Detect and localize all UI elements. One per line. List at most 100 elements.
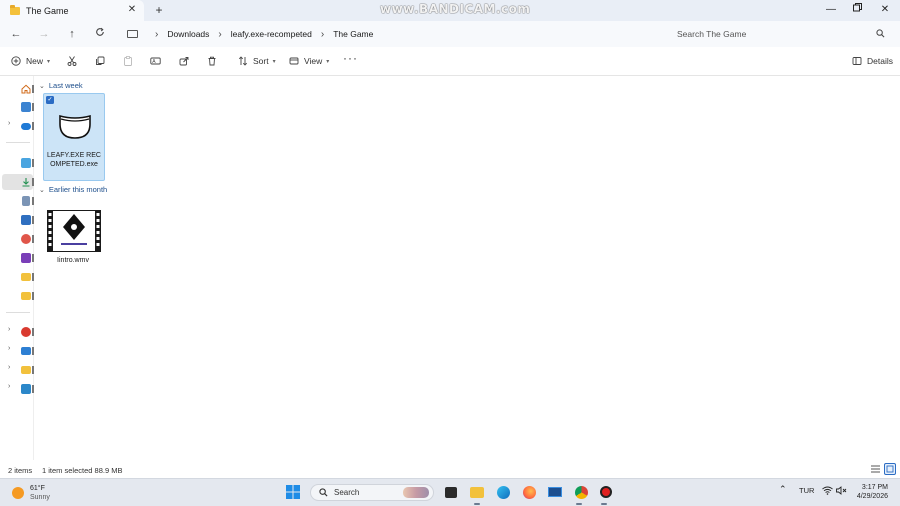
plus-circle-icon [10, 56, 21, 67]
sidebar-item-downloads[interactable] [2, 174, 34, 190]
close-window-button[interactable]: ✕ [878, 3, 892, 17]
restore-button[interactable] [850, 3, 864, 17]
start-button[interactable] [285, 484, 301, 500]
file-item-leafy-exe[interactable]: ✓ LEAFY.EXE RECOMPETED.exe [43, 93, 105, 181]
sidebar-item-videos[interactable] [2, 250, 34, 266]
clock[interactable]: 3:17 PM 4/29/2026 [857, 483, 888, 501]
chevron-down-icon[interactable]: ⌄ [39, 82, 45, 90]
minimize-button[interactable]: — [824, 3, 838, 17]
chevron-right-icon[interactable]: › [218, 29, 221, 40]
show-hidden-icons-button[interactable]: ⌃ [779, 484, 787, 495]
file-name: Iintro.wmv [57, 257, 89, 264]
edge-icon [496, 485, 510, 499]
recording-watermark: www.BANDICAM.com [380, 2, 531, 16]
search-highlight-image [403, 487, 429, 498]
weather-description: Sunny [30, 494, 50, 501]
taskbar-app-firefox[interactable] [521, 484, 537, 500]
sidebar-item-folder-1[interactable] [2, 269, 34, 285]
rename-button[interactable]: A [150, 54, 166, 68]
up-button[interactable]: ↑ [65, 27, 79, 41]
group-header-earlier-this-month[interactable]: ⌄ Earlier this month [39, 185, 107, 194]
chevron-right-icon[interactable]: › [8, 364, 10, 371]
terminal-icon [445, 486, 457, 498]
chevron-right-icon[interactable]: › [155, 29, 158, 40]
taskbar-search[interactable]: Search [310, 484, 434, 501]
paste-button[interactable] [122, 54, 138, 68]
details-view-button[interactable] [869, 463, 881, 475]
input-language[interactable]: TUR [799, 486, 814, 495]
record-icon [600, 486, 612, 498]
taskbar-app-file-explorer[interactable] [469, 484, 485, 500]
title-bar: The Game ✕ + www.BANDICAM.com — ✕ [0, 0, 900, 21]
back-button[interactable]: ← [9, 27, 23, 41]
sidebar-item-pictures[interactable] [2, 212, 34, 228]
breadcrumb-downloads[interactable]: Downloads [167, 29, 209, 39]
firefox-icon [522, 485, 536, 499]
chevron-right-icon[interactable]: › [321, 29, 324, 40]
copy-button[interactable] [94, 54, 110, 68]
share-button[interactable] [178, 54, 194, 68]
file-item-intro-wmv[interactable]: Iintro.wmv [43, 208, 105, 268]
chevron-right-icon[interactable]: › [8, 326, 10, 333]
view-label: View [304, 56, 323, 66]
this-pc-icon[interactable] [127, 30, 138, 38]
breadcrumb-the-game[interactable]: The Game [333, 29, 373, 39]
chevron-down-icon: ▾ [47, 58, 51, 65]
view-button[interactable]: View ▾ [288, 54, 329, 68]
network-icon [21, 384, 31, 394]
refresh-button[interactable] [93, 27, 107, 41]
file-explorer-icon [470, 486, 484, 498]
weather-temperature: 61°F [30, 485, 45, 492]
delete-button[interactable] [206, 54, 222, 68]
details-button[interactable]: Details [851, 54, 893, 68]
chevron-down-icon: ▾ [272, 58, 276, 65]
sidebar-item-desktop[interactable] [2, 155, 34, 171]
tab-the-game[interactable]: The Game ✕ [0, 0, 144, 21]
sidebar-item-this-pc[interactable]: › [2, 343, 34, 359]
sidebar-item-folder-2[interactable] [2, 288, 34, 304]
chevron-down-icon[interactable]: ⌄ [39, 186, 45, 194]
sidebar-item-onedrive[interactable]: › [2, 118, 34, 134]
sidebar-item-folder-3[interactable]: › [2, 362, 34, 378]
new-tab-button[interactable]: + [152, 3, 166, 17]
group-header-last-week[interactable]: ⌄ Last week [39, 81, 83, 90]
details-label: Details [867, 56, 893, 66]
folder-icon [21, 366, 31, 374]
restore-icon [852, 3, 862, 12]
taskbar-app-terminal[interactable] [443, 484, 459, 500]
sidebar-item-home[interactable] [2, 81, 34, 97]
sort-button[interactable]: Sort ▾ [237, 54, 276, 68]
sidebar-item-gallery[interactable] [2, 99, 34, 115]
video-thumbnail-icon [47, 210, 101, 252]
sidebar-item-drive-1[interactable]: › [2, 324, 34, 340]
close-tab-icon[interactable]: ✕ [126, 4, 138, 16]
search-input[interactable]: Search The Game [669, 25, 893, 43]
new-button[interactable]: New ▾ [10, 54, 50, 68]
taskbar-app-bandicam[interactable] [598, 484, 614, 500]
taskbar-app-edge[interactable] [495, 484, 511, 500]
volume-muted-icon[interactable] [836, 486, 848, 497]
breadcrumb-leafy[interactable]: leafy.exe-recompeted [231, 29, 312, 39]
breadcrumb[interactable]: › Downloads › leafy.exe-recompeted › The… [120, 25, 665, 43]
tiles-view-button[interactable] [884, 463, 896, 475]
taskbar-search-label: Search [334, 488, 360, 497]
chevron-right-icon[interactable]: › [8, 383, 10, 390]
paste-icon [122, 56, 133, 67]
taskbar-app-chrome[interactable] [573, 484, 589, 500]
sidebar-item-music[interactable] [2, 231, 34, 247]
checkbox-checked-icon[interactable]: ✓ [46, 96, 54, 104]
taskbar-app-monitor[interactable] [547, 484, 563, 500]
forward-button[interactable]: → [37, 27, 51, 41]
weather-widget[interactable]: 61°F Sunny [12, 483, 50, 503]
wifi-icon[interactable] [822, 486, 833, 497]
search-icon[interactable] [876, 29, 885, 38]
sidebar-item-documents[interactable] [2, 193, 34, 209]
cut-button[interactable] [66, 54, 82, 68]
chrome-icon [574, 485, 588, 499]
sidebar-item-network[interactable]: › [2, 381, 34, 397]
group-label: Earlier this month [48, 185, 108, 194]
more-options-icon[interactable]: ··· [343, 51, 358, 65]
trash-icon [206, 56, 217, 67]
chevron-right-icon[interactable]: › [8, 120, 10, 127]
chevron-right-icon[interactable]: › [8, 345, 10, 352]
